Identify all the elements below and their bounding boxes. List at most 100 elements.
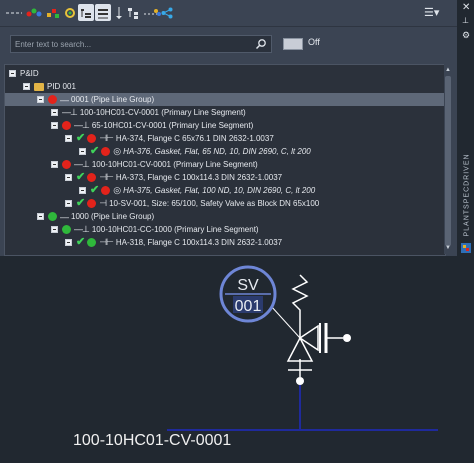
scroll-up-icon[interactable]: ▲ <box>444 66 452 74</box>
tree-row[interactable]: —⊥ 100-10HC01-CV-0001 (Primary Line Segm… <box>5 106 445 119</box>
tag-line2: 001 <box>235 298 262 315</box>
refresh-icon[interactable] <box>63 4 77 21</box>
flange-icon: ⊣⊢ <box>99 172 114 182</box>
collapse-icon[interactable] <box>23 83 30 90</box>
collapse-icon[interactable] <box>51 226 58 233</box>
tree-row-label: 100-10HC01-CC-1000 (Primary Line Segment… <box>91 225 259 234</box>
collapse-icon[interactable] <box>9 70 16 77</box>
hierarchy-icon[interactable] <box>126 4 140 21</box>
tree-row-label: 100-10HC01-CV-0001 (Primary Line Segment… <box>91 160 258 169</box>
gasket-icon: ◎ <box>113 146 121 156</box>
settings-icon[interactable]: ⚙ <box>462 30 470 41</box>
collapse-icon[interactable] <box>79 187 86 194</box>
tree-row[interactable]: ✔ ⊣ 10-SV-001, Size: 65/100, Safety Valv… <box>5 197 445 210</box>
line-segment-icon: —⊥ <box>62 107 78 117</box>
tree-row-label: 10-SV-001, Size: 65/100, Safety Valve as… <box>109 199 320 208</box>
tag-line1: SV <box>237 277 259 294</box>
scroll-thumb[interactable] <box>445 76 451 246</box>
color-nodes-icon[interactable] <box>25 4 43 21</box>
pin-icon[interactable]: ⊥ <box>462 16 469 25</box>
tree-row-label: HA-373, Flange C 100x114.3 DIN 2632-1.00… <box>115 173 283 182</box>
tree-row[interactable]: ✔ ⊣⊢ HA-373, Flange C 100x114.3 DIN 2632… <box>5 171 445 184</box>
spring-icon <box>291 274 309 338</box>
check-icon: ✔ <box>76 171 86 183</box>
filter-colors-icon[interactable] <box>45 4 61 21</box>
tree-root[interactable]: P&ID <box>5 67 445 80</box>
connection-point-icon <box>296 377 304 385</box>
tree-pid[interactable]: PID 001 <box>5 80 445 93</box>
tree-row-label: HA-374, Flange C 65x76.1 DIN 2632-1.0037 <box>115 134 274 143</box>
status-red-icon <box>101 186 111 195</box>
collapse-icon[interactable] <box>79 148 86 155</box>
tree-row-label: 100-10HC01-CV-0001 (Primary Line Segment… <box>79 108 246 117</box>
tree-row-label: 1000 (Pipe Line Group) <box>71 212 155 221</box>
tree-row[interactable]: —⊥ 100-10HC01-CC-1000 (Primary Line Segm… <box>5 223 445 236</box>
tree-row-label: 0001 (Pipe Line Group) <box>71 95 155 104</box>
status-red-icon <box>62 121 71 130</box>
tree-root-label: P&ID <box>20 69 39 78</box>
status-green-icon <box>87 238 97 247</box>
safety-valve-icon[interactable] <box>286 336 314 362</box>
collapse-icon[interactable] <box>65 239 72 246</box>
sort-icon[interactable] <box>113 4 125 21</box>
search-input[interactable] <box>15 37 251 51</box>
status-red-icon <box>101 147 111 156</box>
collapse-icon[interactable] <box>65 135 72 142</box>
status-red-icon <box>62 160 71 169</box>
collapse-icon[interactable] <box>37 96 44 103</box>
tree-view-icon[interactable] <box>78 4 94 21</box>
gasket-icon: ◎ <box>113 185 121 195</box>
palette-icon[interactable] <box>461 243 471 253</box>
line-tool-icon[interactable] <box>4 4 24 21</box>
line-segment-icon: —⊥ <box>74 224 90 234</box>
close-icon[interactable]: ✕ <box>462 2 470 13</box>
status-red-icon <box>87 199 97 208</box>
tree-row[interactable]: —⊥ 65-10HC01-CV-0001 (Primary Line Segme… <box>5 119 445 132</box>
filter-toggle-swatch[interactable] <box>283 38 303 50</box>
outlet-connection-icon <box>343 334 351 342</box>
tree-row[interactable]: ✔ ⊣⊢ HA-374, Flange C 65x76.1 DIN 2632-1… <box>5 132 445 145</box>
pipe-line-group-icon: — <box>60 94 69 105</box>
pid-drawing: SV 001 <box>167 265 438 431</box>
tree-row[interactable]: ✔ ◎ HA-375, Gasket, Flat, 100 ND, 10, DI… <box>5 184 445 197</box>
check-icon: ✔ <box>90 184 100 196</box>
flat-view-icon[interactable] <box>95 4 111 21</box>
tree-scrollbar[interactable]: ▲ ▼ <box>444 64 452 254</box>
collapse-icon[interactable] <box>51 161 58 168</box>
tree-row[interactable]: ✔ ⊣⊢ HA-318, Flange C 100x114.3 DIN 2632… <box>5 236 445 249</box>
collapse-icon[interactable] <box>65 174 72 181</box>
tree-row[interactable]: — 0001 (Pipe Line Group) <box>5 93 445 106</box>
search-icon[interactable] <box>255 38 267 50</box>
share-icon[interactable] <box>160 4 174 21</box>
tree-row[interactable]: ✔ ◎ HA-376, Gasket, Flat, 65 ND, 10, DIN… <box>5 145 445 158</box>
collapse-icon[interactable] <box>37 213 44 220</box>
dashed-nodes-icon[interactable] <box>142 4 162 21</box>
side-tab-label: PLANTSPECDRIVEN <box>463 153 471 237</box>
tree-row[interactable]: — 1000 (Pipe Line Group) <box>5 210 445 223</box>
status-green-icon <box>62 225 71 234</box>
side-tab[interactable]: PLANTSPECDRIVEN <box>458 153 472 240</box>
pid-tree: P&ID PID 001 — 0001 (Pipe Line Group) —⊥… <box>4 64 446 256</box>
collapse-icon[interactable] <box>65 200 72 207</box>
check-icon: ✔ <box>90 145 100 157</box>
pipe-line-group-icon: — <box>60 211 69 222</box>
drawing-folder-icon <box>34 82 44 91</box>
check-icon: ✔ <box>76 132 86 144</box>
check-icon: ✔ <box>76 197 86 209</box>
filter-toggle-label[interactable]: Off <box>308 37 320 47</box>
collapse-icon[interactable] <box>51 122 58 129</box>
line-label[interactable]: 100-10HC01-CV-0001 <box>73 432 231 450</box>
pid-tree-palette: ☰▾ ✕ ⊥ ⚙ Off P&ID PID 001 — 0001 (Pipe L… <box>0 0 470 256</box>
collapse-icon[interactable] <box>51 109 58 116</box>
line-segment-icon: —⊥ <box>74 159 90 169</box>
flange-icon: ⊣⊢ <box>99 133 114 143</box>
status-green-icon <box>48 212 57 221</box>
scroll-down-icon[interactable]: ▼ <box>444 244 452 252</box>
status-red-icon <box>87 134 97 143</box>
tree-row[interactable]: —⊥ 100-10HC01-CV-0001 (Primary Line Segm… <box>5 158 445 171</box>
menu-icon[interactable]: ☰▾ <box>424 6 439 19</box>
valve-icon: ⊣ <box>99 198 107 208</box>
search-box <box>10 35 272 53</box>
check-icon: ✔ <box>76 236 86 248</box>
status-red-icon <box>48 95 57 104</box>
